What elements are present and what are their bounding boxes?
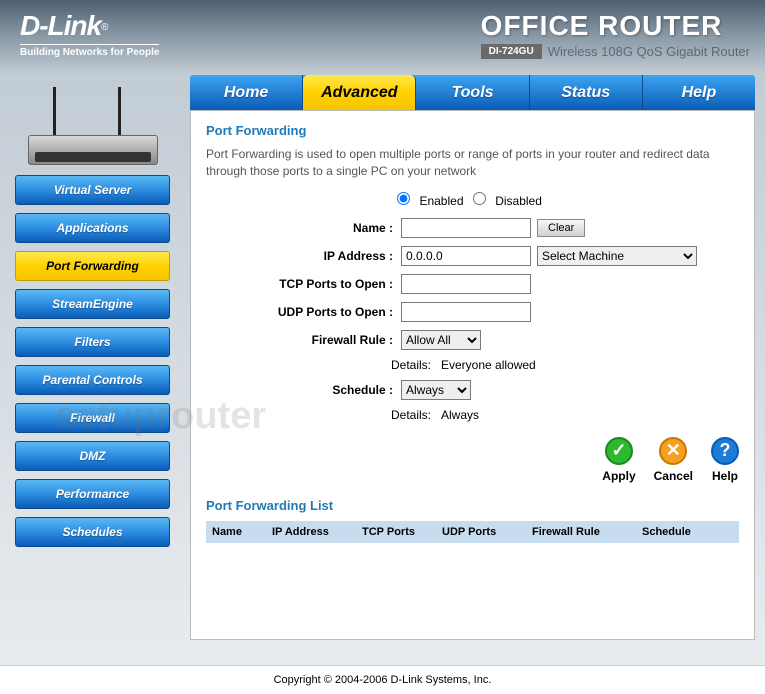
product-title: OFFICE ROUTER — [481, 10, 750, 42]
page-title: Port Forwarding — [206, 123, 739, 138]
col-name: Name — [206, 526, 266, 538]
apply-button[interactable]: ✓ Apply — [602, 437, 635, 483]
udp-label: UDP Ports to Open : — [206, 305, 401, 319]
schedule-details: Always — [441, 408, 739, 422]
firewall-label: Firewall Rule : — [206, 333, 401, 347]
cancel-button[interactable]: ✕ Cancel — [654, 437, 693, 483]
content-panel: Port Forwarding Port Forwarding is used … — [190, 110, 755, 640]
help-button[interactable]: ? Help — [711, 437, 739, 483]
list-header: Name IP Address TCP Ports UDP Ports Fire… — [206, 521, 739, 543]
sidebar-item-applications[interactable]: Applications — [15, 213, 170, 243]
tab-help[interactable]: Help — [643, 75, 755, 110]
firewall-details-label: Details: — [206, 358, 441, 372]
name-input[interactable] — [401, 218, 531, 238]
tab-tools[interactable]: Tools — [416, 75, 529, 110]
firewall-select[interactable]: Allow All — [401, 330, 481, 350]
schedule-details-label: Details: — [206, 408, 441, 422]
header: D-Link® Building Networks for People OFF… — [0, 0, 765, 75]
sidebar-item-dmz[interactable]: DMZ — [15, 441, 170, 471]
ip-input[interactable] — [401, 246, 531, 266]
sidebar-item-performance[interactable]: Performance — [15, 479, 170, 509]
name-label: Name : — [206, 221, 401, 235]
ip-label: IP Address : — [206, 249, 401, 263]
model-badge: DI-724GU — [481, 44, 542, 59]
col-ip: IP Address — [266, 526, 356, 538]
copyright: Copyright © 2004-2006 D-Link Systems, In… — [0, 665, 765, 694]
radio-disabled[interactable] — [473, 192, 486, 205]
sidebar-item-virtual-server[interactable]: Virtual Server — [15, 175, 170, 205]
col-tcp: TCP Ports — [356, 526, 436, 538]
router-image — [18, 85, 168, 165]
tab-status[interactable]: Status — [530, 75, 643, 110]
sidebar: Virtual Server Applications Port Forward… — [0, 75, 185, 665]
sidebar-item-firewall[interactable]: Firewall — [15, 403, 170, 433]
x-icon: ✕ — [659, 437, 687, 465]
tab-advanced[interactable]: Advanced — [303, 75, 416, 110]
schedule-select[interactable]: Always — [401, 380, 471, 400]
schedule-label: Schedule : — [206, 383, 401, 397]
product-desc: Wireless 108G QoS Gigabit Router — [548, 44, 750, 59]
radio-disabled-label: Disabled — [495, 194, 542, 208]
sidebar-item-port-forwarding[interactable]: Port Forwarding — [15, 251, 170, 281]
col-udp: UDP Ports — [436, 526, 526, 538]
tcp-input[interactable] — [401, 274, 531, 294]
brand-name: D-Link — [20, 10, 101, 41]
page-description: Port Forwarding is used to open multiple… — [206, 146, 739, 180]
sidebar-item-streamengine[interactable]: StreamEngine — [15, 289, 170, 319]
question-icon: ? — [711, 437, 739, 465]
tcp-label: TCP Ports to Open : — [206, 277, 401, 291]
col-fw: Firewall Rule — [526, 526, 636, 538]
check-icon: ✓ — [605, 437, 633, 465]
list-title: Port Forwarding List — [206, 498, 739, 513]
sidebar-item-schedules[interactable]: Schedules — [15, 517, 170, 547]
main-tabs: Home Advanced Tools Status Help — [190, 75, 755, 110]
tab-home[interactable]: Home — [190, 75, 303, 110]
firewall-details: Everyone allowed — [441, 358, 739, 372]
brand-tagline: Building Networks for People — [20, 44, 159, 58]
radio-enabled-label: Enabled — [419, 194, 463, 208]
machine-select[interactable]: Select Machine — [537, 246, 697, 266]
radio-enabled[interactable] — [397, 192, 410, 205]
sidebar-item-parental-controls[interactable]: Parental Controls — [15, 365, 170, 395]
sidebar-item-filters[interactable]: Filters — [15, 327, 170, 357]
brand-logo: D-Link® Building Networks for People — [20, 10, 159, 58]
col-sch: Schedule — [636, 526, 716, 538]
udp-input[interactable] — [401, 302, 531, 322]
clear-button[interactable]: Clear — [537, 219, 585, 237]
